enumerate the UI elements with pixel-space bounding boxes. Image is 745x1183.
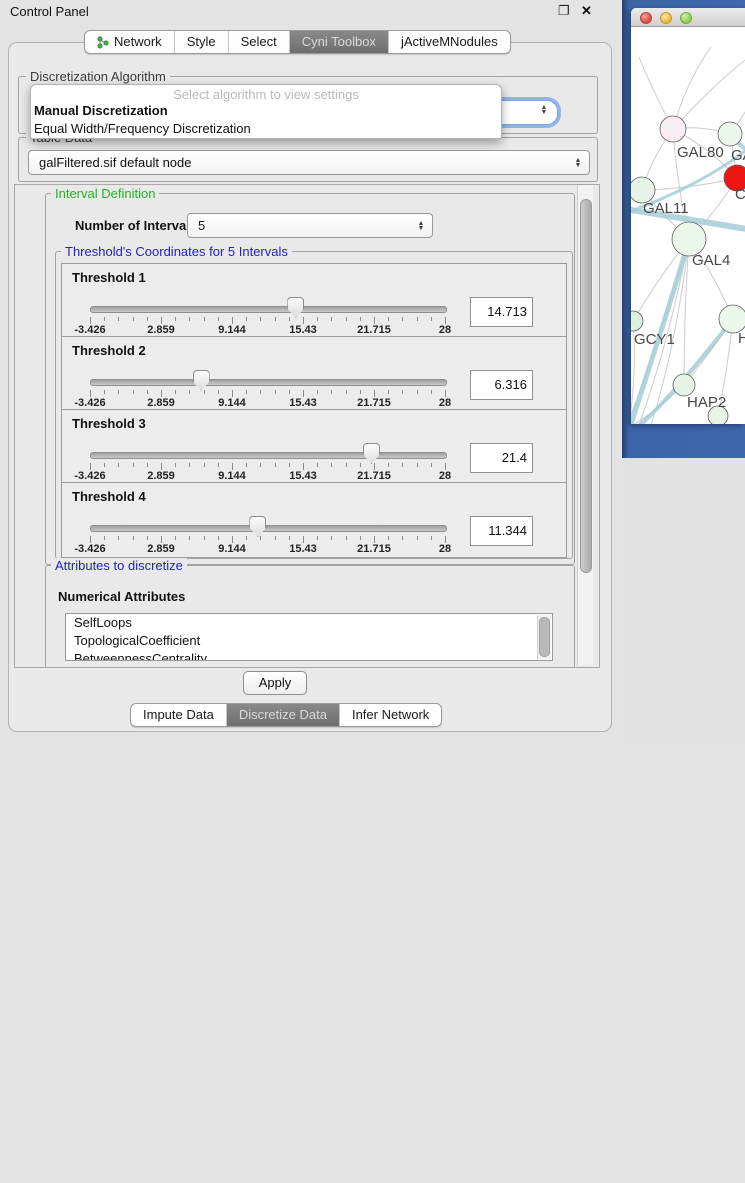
network-node-label: GAL80 <box>677 144 724 161</box>
settings-scroll-viewport: Interval Definition Number of Intervals … <box>14 184 600 668</box>
close-icon[interactable]: ✕ <box>581 3 592 19</box>
threshold-label: Threshold 2 <box>72 343 146 358</box>
table-data-combobox[interactable]: galFiltered.sif default node ▲▼ <box>28 150 590 175</box>
table-panel: Table Panel ⚙ ☑☑ shared…na YDL19…YDL1YDR… <box>622 458 745 745</box>
network-node[interactable] <box>672 222 706 256</box>
tab-network[interactable]: Network <box>85 31 175 53</box>
apply-button[interactable]: Apply <box>243 671 307 695</box>
threshold-slider-track[interactable] <box>90 306 447 313</box>
tab-style[interactable]: Style <box>175 31 229 53</box>
threshold-panel: Threshold 4 -3.4262.8599.14415.4321.71528… <box>61 482 567 558</box>
slider-tick-labels: -3.4262.8599.14415.4321.71528 <box>90 324 445 336</box>
tab-jactivemnodules[interactable]: jActiveMNodules <box>389 31 510 53</box>
tab-label: Cyni Toolbox <box>302 31 376 53</box>
interval-definition-title: Interval Definition <box>51 186 159 201</box>
close-traffic-light-icon[interactable] <box>640 12 652 24</box>
network-node[interactable] <box>660 116 686 142</box>
threshold-panel: Threshold 2 -3.4262.8599.14415.4321.71528… <box>61 336 567 412</box>
network-node-label: C <box>735 186 745 203</box>
algorithm-option[interactable]: Equal Width/Frequency Discretization <box>31 120 501 138</box>
network-node-label: GAL11 <box>643 200 689 217</box>
bottom-tab-bar: Impute Data Discretize Data Infer Network <box>130 703 442 727</box>
attribute-list-item[interactable]: SelfLoops <box>66 614 552 632</box>
network-node-label: H <box>738 330 745 347</box>
tab-label: Network <box>114 31 162 53</box>
network-node-label: GAL4 <box>692 252 730 269</box>
threshold-slider-track[interactable] <box>90 379 447 386</box>
numerical-attributes-heading: Numerical Attributes <box>58 589 185 604</box>
combo-stepper-icon: ▲▼ <box>537 105 551 115</box>
threshold-slider-thumb[interactable] <box>249 516 266 537</box>
combo-stepper-icon: ▲▼ <box>571 158 585 168</box>
threshold-slider-thumb[interactable] <box>193 370 210 391</box>
attribute-list-item[interactable]: BetweennessCentrality <box>66 650 552 661</box>
number-of-intervals-combobox[interactable]: 5 ▲▼ <box>187 213 433 238</box>
threshold-label: Threshold 1 <box>72 270 146 285</box>
network-node[interactable] <box>631 311 643 331</box>
algorithm-option[interactable]: Manual Discretization <box>31 102 501 120</box>
tab-label: jActiveMNodules <box>401 31 498 53</box>
tab-label: Style <box>187 31 216 53</box>
number-of-intervals-label: Number of Intervals <box>75 218 197 233</box>
algorithm-dropdown-popup: Select algorithm to view settings Manual… <box>30 84 502 139</box>
minimize-traffic-light-icon[interactable] <box>660 12 672 24</box>
network-view-window: GAL80 GA C GAL11 GAL4 GCY1 H HAP2 <box>631 8 745 424</box>
tab-label: Infer Network <box>352 704 429 726</box>
network-edge[interactable] <box>673 57 745 129</box>
tab-infer-network[interactable]: Infer Network <box>340 704 441 726</box>
threshold-slider-thumb[interactable] <box>287 297 304 318</box>
threshold-value-field[interactable]: 6.316 <box>470 370 533 400</box>
algorithm-popup-hint: Select algorithm to view settings <box>31 85 501 102</box>
network-node[interactable] <box>673 374 695 396</box>
control-panel-titlebar: Control Panel ❐ ✕ <box>0 0 622 24</box>
tab-discretize-data[interactable]: Discretize Data <box>227 704 340 726</box>
network-node-label: GCY1 <box>634 331 675 348</box>
number-of-intervals-value: 5 <box>188 218 414 233</box>
threshold-value-field[interactable]: 21.4 <box>470 443 533 473</box>
network-edge[interactable] <box>673 47 711 129</box>
discretization-algorithm-title: Discretization Algorithm <box>26 69 170 84</box>
thresholds-group-title: Threshold's Coordinates for 5 Intervals <box>61 244 292 259</box>
table-data-value: galFiltered.sif default node <box>29 155 571 170</box>
threshold-panel: Threshold 1 -3.4262.8599.14415.4321.71528… <box>61 263 567 339</box>
float-window-icon[interactable]: ❐ <box>558 3 570 19</box>
top-tab-bar: Network Style Select Cyni Toolbox jActiveMNo… <box>84 30 511 54</box>
zoom-traffic-light-icon[interactable] <box>680 12 692 24</box>
slider-tick-labels: -3.4262.8599.14415.4321.71528 <box>90 543 445 555</box>
numerical-attributes-list[interactable]: SelfLoopsTopologicalCoefficientBetweenne… <box>65 613 553 661</box>
tab-cyni-toolbox[interactable]: Cyni Toolbox <box>290 31 389 53</box>
network-icon <box>97 36 109 49</box>
threshold-value-field[interactable]: 11.344 <box>470 516 533 546</box>
tab-select[interactable]: Select <box>229 31 290 53</box>
panel-title: Control Panel <box>10 4 89 19</box>
tab-label: Impute Data <box>143 704 214 726</box>
network-window-titlebar[interactable] <box>631 8 745 27</box>
attributes-list-scrollbar[interactable] <box>537 615 551 659</box>
tab-impute-data[interactable]: Impute Data <box>131 704 227 726</box>
network-node-label: GA <box>731 147 745 164</box>
network-node[interactable] <box>718 122 742 146</box>
network-graph-canvas[interactable]: GAL80 GA C GAL11 GAL4 GCY1 H HAP2 <box>631 27 745 424</box>
attribute-list-item[interactable]: TopologicalCoefficient <box>66 632 552 650</box>
threshold-value-field[interactable]: 14.713 <box>470 297 533 327</box>
threshold-label: Threshold 4 <box>72 489 146 504</box>
slider-tick-labels: -3.4262.8599.14415.4321.71528 <box>90 470 445 482</box>
threshold-slider-track[interactable] <box>90 452 447 459</box>
network-node-label: HAP2 <box>687 394 726 411</box>
threshold-label: Threshold 3 <box>72 416 146 431</box>
tab-label: Select <box>241 31 277 53</box>
threshold-panel: Threshold 3 -3.4262.8599.14415.4321.71528… <box>61 409 567 485</box>
combo-stepper-icon: ▲▼ <box>414 221 428 231</box>
network-node[interactable] <box>719 305 745 333</box>
settings-vertical-scrollbar[interactable] <box>577 185 593 665</box>
attributes-group-title: Attributes to discretize <box>51 558 187 573</box>
tab-label: Discretize Data <box>239 704 327 726</box>
threshold-slider-track[interactable] <box>90 525 447 532</box>
threshold-slider-thumb[interactable] <box>363 443 380 464</box>
slider-tick-labels: -3.4262.8599.14415.4321.71528 <box>90 397 445 409</box>
